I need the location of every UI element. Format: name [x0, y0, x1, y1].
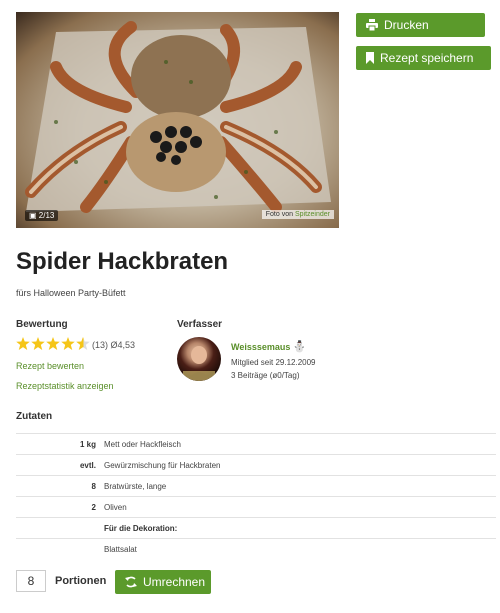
rating-summary: (13) Ø4,53: [92, 340, 136, 350]
ingredient-amount: 1 kg: [16, 433, 104, 455]
print-button[interactable]: Drucken: [356, 13, 485, 37]
ingredient-amount: 2: [16, 496, 104, 518]
rating-heading: Bewertung: [16, 319, 68, 330]
print-button-label: Drucken: [384, 18, 429, 32]
ingredient-amount: [16, 517, 104, 539]
table-row: evtl. Gewürzmischung für Hackbraten: [16, 454, 496, 476]
recipe-subtitle: fürs Halloween Party-Büfett: [16, 288, 126, 298]
photo-credit-author-link[interactable]: Spitzeinder: [295, 211, 330, 218]
recipe-photo-image: [25, 21, 331, 213]
printer-icon: [366, 19, 378, 31]
ingredient-name: Gewürzmischung für Hackbraten: [104, 454, 496, 476]
page-title: Spider Hackbraten: [16, 248, 229, 275]
ingredient-amount: 8: [16, 475, 104, 497]
portions-input[interactable]: 8: [16, 570, 46, 592]
ingredient-name: Bratwürste, lange: [104, 475, 496, 497]
star-icon: [46, 337, 60, 350]
ingredient-amount: [16, 538, 104, 559]
photo-credit-prefix: Foto von: [265, 211, 294, 218]
author-posts: 3 Beiträge (ø0/Tag): [231, 371, 300, 380]
star-icon: [16, 337, 30, 350]
recalculate-button[interactable]: Umrechnen: [115, 570, 211, 594]
photo-count-text: 2/13: [38, 211, 55, 220]
star-icon: [31, 337, 45, 350]
recipe-photo[interactable]: ▣ 2/13 Foto von Spitzeinder: [16, 12, 339, 228]
portions-label: Portionen: [55, 575, 107, 587]
ingredients-heading: Zutaten: [16, 411, 53, 422]
gallery-icon: ▣: [29, 211, 37, 220]
photo-credit: Foto von Spitzeinder: [261, 210, 334, 219]
ingredient-name: Mett oder Hackfleisch: [104, 433, 496, 455]
rating-stars[interactable]: [16, 337, 91, 350]
save-recipe-button[interactable]: Rezept speichern: [356, 46, 491, 70]
rate-recipe-link[interactable]: Rezept bewerten: [16, 361, 84, 371]
photo-counter: ▣ 2/13: [25, 210, 59, 221]
user-level-icon: ⛄: [292, 341, 307, 353]
ingredient-name: Oliven: [104, 496, 496, 518]
table-row: 1 kg Mett oder Hackfleisch: [16, 433, 496, 455]
table-row: 2 Oliven: [16, 496, 496, 518]
half-star-icon: [76, 337, 90, 350]
save-recipe-button-label: Rezept speichern: [380, 51, 474, 65]
table-row: 8 Bratwürste, lange: [16, 475, 496, 497]
author-name-text: Weisssemaus: [231, 342, 291, 352]
avatar[interactable]: [177, 337, 221, 381]
refresh-icon: [125, 576, 137, 588]
table-section-row: Für die Dekoration:: [16, 517, 496, 539]
ingredients-table: 1 kg Mett oder Hackfleisch evtl. Gewürzm…: [16, 433, 496, 559]
recalculate-button-label: Umrechnen: [143, 575, 206, 589]
ingredient-name: Blattsalat: [104, 538, 496, 559]
star-icon: [61, 337, 75, 350]
recipe-stats-link[interactable]: Rezeptstatistik anzeigen: [16, 381, 114, 391]
bookmark-icon: [366, 52, 374, 64]
author-member-since: Mitglied seit 29.12.2009: [231, 358, 316, 367]
avatar-image: [183, 346, 215, 381]
ingredient-section-title: Für die Dekoration:: [104, 517, 496, 539]
ingredient-amount: evtl.: [16, 454, 104, 476]
table-row: Blattsalat: [16, 538, 496, 559]
author-name-link[interactable]: Weisssemaus ⛄: [231, 340, 307, 353]
author-heading: Verfasser: [177, 319, 223, 330]
